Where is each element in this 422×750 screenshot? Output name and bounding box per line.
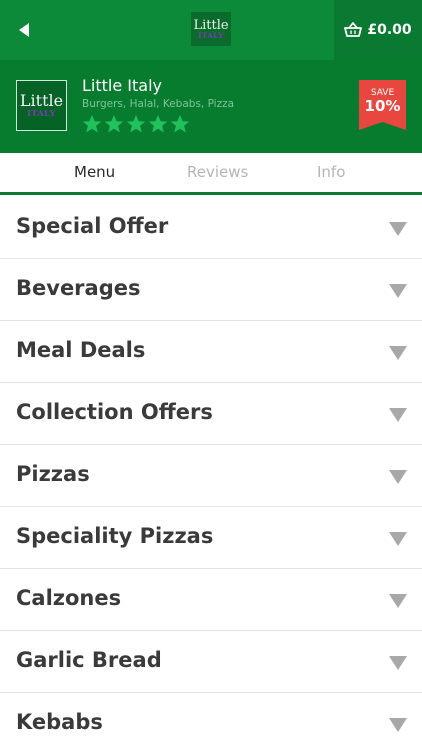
menu-category-list: Special Offer Beverages Meal Deals Colle…: [0, 197, 422, 750]
menu-category-label: Calzones: [16, 586, 122, 610]
star-icon: [82, 115, 102, 133]
menu-category-collection-offers[interactable]: Collection Offers: [0, 383, 422, 445]
logo-text-little: Little: [193, 17, 229, 33]
menu-category-label: Garlic Bread: [16, 648, 162, 672]
menu-category-label: Special Offer: [16, 214, 169, 238]
menu-category-label: Beverages: [16, 276, 141, 300]
chevron-down-icon: [389, 346, 407, 360]
back-button[interactable]: [12, 18, 36, 42]
menu-category-special-offer[interactable]: Special Offer: [0, 197, 422, 259]
menu-category-meal-deals[interactable]: Meal Deals: [0, 321, 422, 383]
logo-text-italy: ITALY: [198, 30, 224, 40]
restaurant-header: Little ITALY Little Italy Burgers, Halal…: [0, 60, 422, 153]
chevron-down-icon: [389, 470, 407, 484]
chevron-down-icon: [389, 532, 407, 546]
chevron-down-icon: [389, 222, 407, 236]
restaurant-logo: Little ITALY: [16, 80, 67, 131]
logo-text-italy: ITALY: [27, 108, 56, 118]
menu-category-pizzas[interactable]: Pizzas: [0, 445, 422, 507]
star-icon: [148, 115, 168, 133]
menu-category-kebabs[interactable]: Kebabs: [0, 693, 422, 750]
restaurant-cuisines: Burgers, Halal, Kebabs, Pizza: [82, 98, 235, 110]
chevron-down-icon: [389, 284, 407, 298]
save-value: 10%: [364, 97, 401, 115]
menu-category-label: Pizzas: [16, 462, 90, 486]
menu-category-speciality-pizzas[interactable]: Speciality Pizzas: [0, 507, 422, 569]
logo-text-little: Little: [19, 91, 64, 110]
menu-category-label: Kebabs: [16, 710, 103, 734]
menu-category-calzones[interactable]: Calzones: [0, 569, 422, 631]
basket-icon: [344, 22, 363, 37]
tab-info[interactable]: Info: [317, 163, 345, 181]
menu-category-label: Meal Deals: [16, 338, 146, 362]
menu-category-beverages[interactable]: Beverages: [0, 259, 422, 321]
star-icon: [104, 115, 124, 133]
save-badge: SAVE 10%: [359, 80, 406, 130]
chevron-down-icon: [389, 656, 407, 670]
chevron-down-icon: [389, 718, 407, 732]
chevron-down-icon: [389, 594, 407, 608]
star-icon: [126, 115, 146, 133]
top-bar: Little ITALY £0.00: [0, 0, 422, 60]
chevron-down-icon: [389, 408, 407, 422]
star-rating: [82, 114, 190, 134]
tab-bar: Menu Reviews Info: [0, 153, 422, 195]
menu-category-label: Collection Offers: [16, 400, 213, 424]
basket-total: £0.00: [367, 22, 412, 38]
restaurant-logo-small: Little ITALY: [191, 12, 231, 46]
back-arrow-icon: [19, 23, 29, 37]
menu-category-label: Speciality Pizzas: [16, 524, 214, 548]
basket-button[interactable]: £0.00: [334, 0, 422, 60]
tab-reviews[interactable]: Reviews: [187, 163, 248, 181]
restaurant-name: Little Italy: [82, 76, 162, 95]
star-icon: [170, 115, 190, 133]
tab-menu[interactable]: Menu: [74, 163, 115, 181]
menu-category-garlic-bread[interactable]: Garlic Bread: [0, 631, 422, 693]
